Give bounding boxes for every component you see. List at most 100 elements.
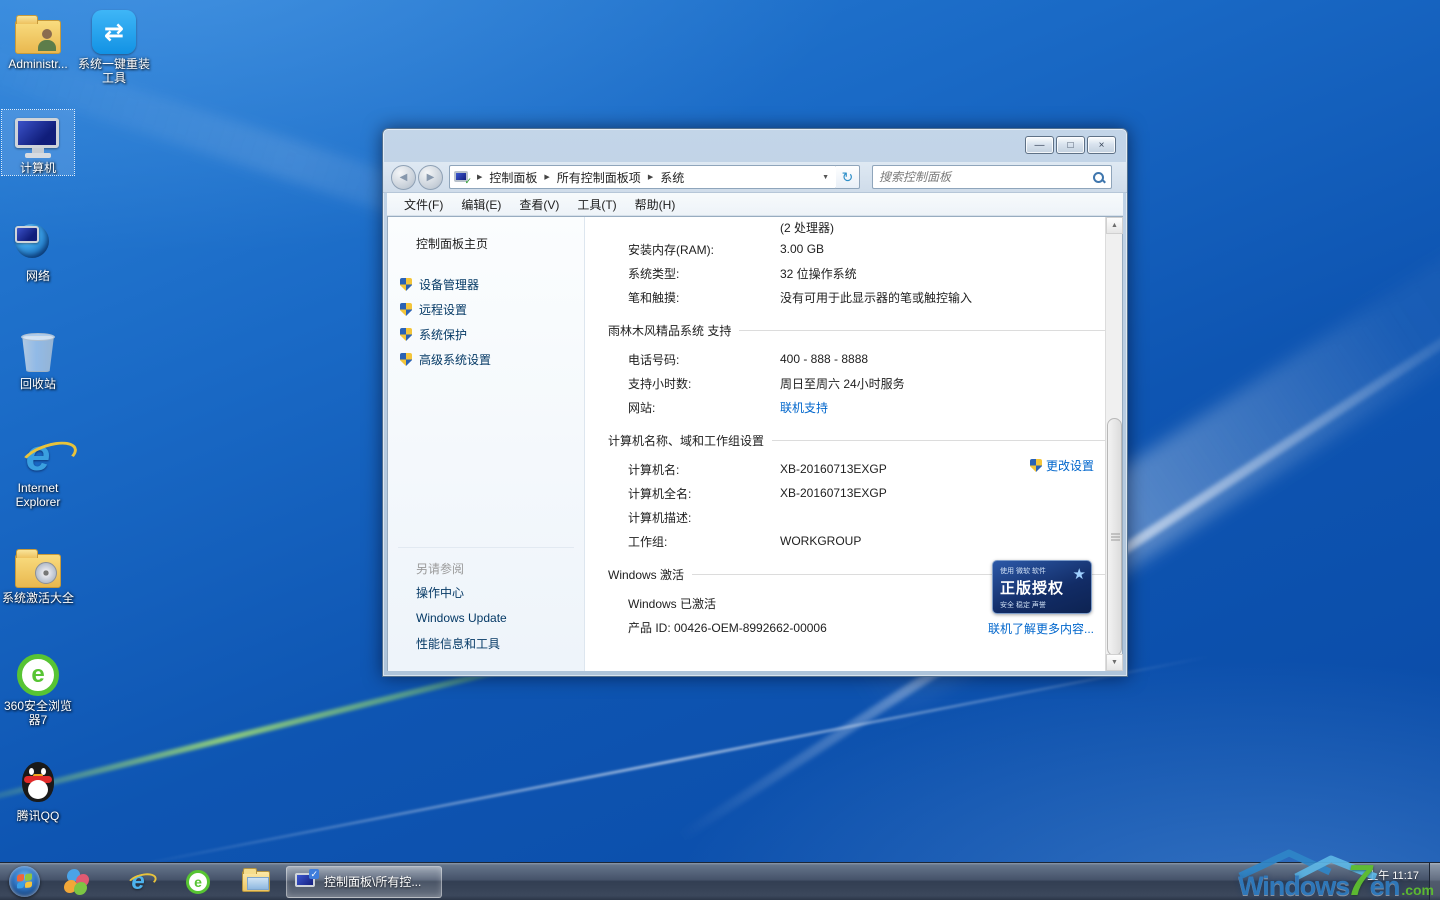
sidebar-item-label: 设备管理器: [419, 278, 480, 292]
icon-label: 计算机: [19, 161, 56, 175]
forward-button[interactable]: ▶: [418, 164, 443, 190]
folder-user-icon: [15, 15, 61, 54]
folder-disc-icon: [15, 549, 61, 588]
icon-label: 网络: [25, 269, 50, 283]
desktop-icon-activation-folder[interactable]: 系统激活大全: [2, 540, 74, 605]
online-support-link[interactable]: 联机支持: [780, 399, 1108, 416]
see-also-header: 另请参阅: [416, 562, 465, 576]
task-label: 控制面板\所有控...: [324, 875, 422, 889]
ram-label: 安装内存(RAM):: [628, 242, 714, 257]
desktop-icon-reinstall-tool[interactable]: ⇄ 系统一键重装工具: [78, 6, 150, 85]
taskbar-explorer-button[interactable]: [234, 865, 278, 899]
system-tray: 上午 11:17: [1367, 863, 1440, 900]
desktop-icon-360-browser[interactable]: e 360安全浏览器7: [2, 648, 74, 727]
network-globe-icon: [15, 224, 61, 266]
sidebar-item-system-protection[interactable]: 系统保护: [388, 322, 584, 347]
badge-top-text: 使用 微软 软件: [1000, 568, 1046, 575]
close-button[interactable]: ×: [1087, 136, 1116, 154]
uac-shield-icon: [400, 303, 412, 316]
address-bar[interactable]: ▶ 控制面板 ▶ 所有控制面板项 ▶ 系统 ▼: [449, 165, 837, 189]
phone-value: 400 - 888 - 8888: [780, 352, 869, 366]
section-divider: [739, 329, 1108, 331]
learn-more-link[interactable]: 联机了解更多内容...: [988, 620, 1094, 637]
system-type-value: 32 位操作系统: [780, 266, 857, 281]
support-section: 雨林木风精品系统 支持 电话号码: 400 - 888 - 8888 支持小时数…: [608, 320, 1108, 419]
pen-touch-label: 笔和触摸:: [628, 290, 680, 305]
menu-help[interactable]: 帮助(H): [626, 194, 685, 215]
uac-shield-icon: [400, 353, 412, 366]
sidebar-item-remote-settings[interactable]: 远程设置: [388, 297, 584, 322]
crumb-arrow-icon[interactable]: ▶: [645, 173, 656, 181]
swap-arrows-icon: ⇄: [92, 10, 136, 54]
vertical-scrollbar[interactable]: ▲ ▼: [1105, 217, 1123, 671]
search-box[interactable]: [872, 165, 1112, 189]
scroll-down-icon[interactable]: ▼: [1106, 654, 1123, 671]
sidebar-item-label: 系统保护: [419, 328, 468, 342]
ie-icon: e: [131, 867, 145, 895]
breadcrumb-system[interactable]: 系统: [660, 169, 684, 186]
sidebar-item-control-panel-home[interactable]: 控制面板主页: [388, 233, 584, 254]
hours-value: 周日至周六 24小时服务: [780, 376, 905, 391]
maximize-button[interactable]: □: [1056, 136, 1085, 154]
scrollbar-thumb[interactable]: [1107, 418, 1122, 656]
folder-icon: [242, 868, 270, 892]
desktop-icon-internet-explorer[interactable]: e Internet Explorer: [2, 430, 74, 510]
sidebar-item-action-center[interactable]: 操作中心: [400, 579, 574, 606]
system-window: — □ × ◀ ▶ ▶ 控制面板 ▶ 所有控制面板项 ▶ 系统 ▼ ↻: [382, 128, 1128, 677]
360-browser-icon: e: [186, 869, 210, 894]
recycle-bin-icon: [21, 332, 55, 374]
search-input[interactable]: [879, 170, 1092, 184]
breadcrumb-control-panel[interactable]: 控制面板: [489, 169, 537, 186]
badge-main-text: 正版授权: [1000, 580, 1065, 597]
title-bar[interactable]: — □ ×: [383, 129, 1127, 162]
genuine-software-badge[interactable]: ★ 使用 微软 软件 正版授权 安全 稳定 声誉: [992, 560, 1092, 614]
breadcrumb-all-items[interactable]: 所有控制面板项: [557, 169, 641, 186]
360-browser-icon: e: [17, 654, 59, 696]
show-desktop-button[interactable]: [1429, 863, 1440, 900]
support-section-title: 雨林木风精品系统 支持: [608, 323, 732, 338]
system-window-icon: [295, 868, 319, 891]
icon-label: 系统一键重装工具: [78, 57, 151, 85]
system-type-label: 系统类型:: [628, 266, 680, 281]
uac-shield-icon: [400, 278, 412, 291]
website-label: 网站:: [628, 400, 656, 415]
system-info-pane: (2 处理器) 安装内存(RAM): 3.00 GB 系统类型: 32 位操作系…: [585, 217, 1122, 671]
menu-edit[interactable]: 编辑(E): [452, 194, 510, 215]
sidebar-item-device-manager[interactable]: 设备管理器: [388, 272, 584, 297]
refresh-button[interactable]: ↻: [836, 165, 860, 189]
sidebar-item-advanced-settings[interactable]: 高级系统设置: [388, 347, 584, 372]
change-settings-link[interactable]: 更改设置: [1029, 457, 1094, 474]
taskbar-active-task[interactable]: 控制面板\所有控...: [286, 865, 442, 898]
desktop-icon-recycle-bin[interactable]: 回收站: [2, 326, 74, 391]
desktop-icon-network[interactable]: 网络: [2, 218, 74, 283]
search-icon[interactable]: [1092, 171, 1105, 184]
activation-section-title: Windows 激活: [608, 567, 685, 582]
icon-label: Internet Explorer: [15, 481, 61, 509]
taskbar-suite-button[interactable]: [54, 865, 98, 899]
crumb-arrow-icon[interactable]: ▶: [541, 173, 552, 181]
back-button[interactable]: ◀: [391, 164, 416, 190]
qq-penguin-icon: [19, 762, 57, 806]
desktop-icon-qq[interactable]: 腾讯QQ: [2, 758, 74, 823]
sidebar-item-performance-tools[interactable]: 性能信息和工具: [400, 630, 574, 657]
workgroup-label: 工作组:: [628, 534, 668, 549]
taskbar-360-button[interactable]: e: [176, 865, 220, 899]
windows-flag-icon: [17, 873, 32, 889]
computer-section-title: 计算机名称、域和工作组设置: [608, 433, 765, 448]
system-page-icon: [454, 170, 472, 187]
scroll-up-icon[interactable]: ▲: [1106, 217, 1123, 234]
taskbar-ie-button[interactable]: e: [116, 865, 160, 899]
sidebar-item-windows-update[interactable]: Windows Update: [400, 606, 574, 630]
menu-view[interactable]: 查看(V): [510, 194, 568, 215]
icon-label: 回收站: [19, 377, 56, 391]
crumb-arrow-icon[interactable]: ▶: [474, 173, 485, 181]
tray-clock[interactable]: 上午 11:17: [1367, 863, 1429, 900]
menu-tools[interactable]: 工具(T): [568, 194, 625, 215]
desktop-icon-administrator[interactable]: Administr...: [2, 6, 74, 71]
minimize-button[interactable]: —: [1025, 136, 1054, 154]
menu-file[interactable]: 文件(F): [395, 194, 452, 215]
desktop-icon-computer[interactable]: 计算机: [1, 109, 75, 176]
address-dropdown-icon[interactable]: ▼: [819, 174, 832, 181]
icon-label: 腾讯QQ: [16, 809, 60, 823]
start-button[interactable]: [9, 866, 40, 897]
